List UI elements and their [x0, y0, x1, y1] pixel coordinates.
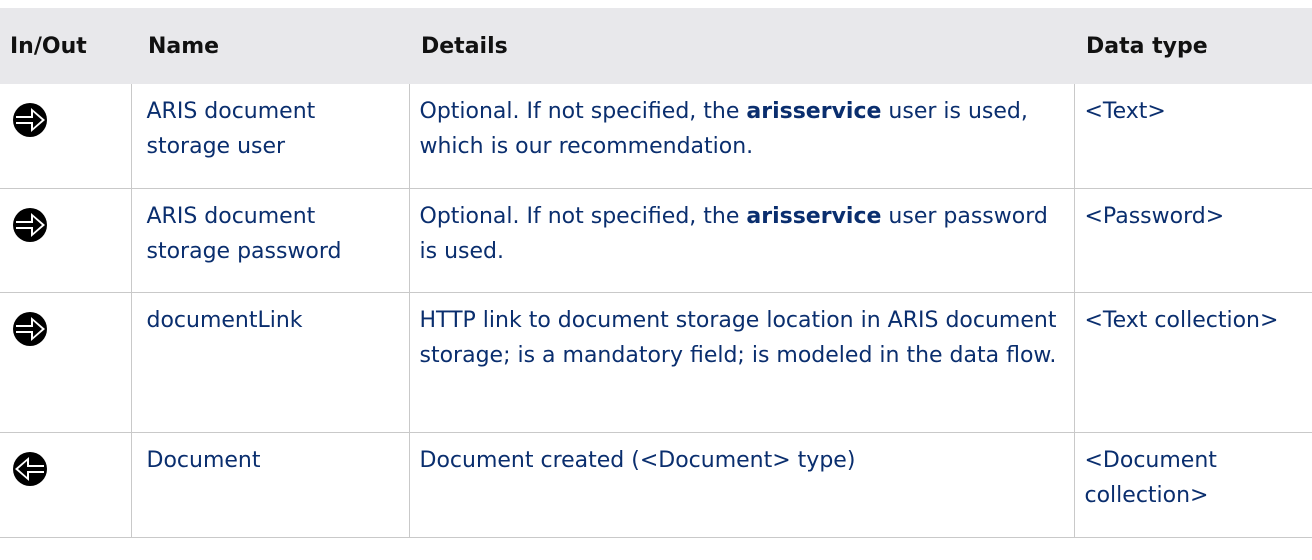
details-bold-text: arisservice [746, 203, 882, 229]
header-in-out: In/Out [10, 33, 87, 59]
details-text: Document created (<Document> type) [419, 447, 856, 473]
details-text: Optional. If not specified, the [419, 99, 747, 124]
name-cell: Document [130, 432, 409, 538]
direction-cell [0, 292, 131, 433]
details-text: HTTP link to document storage location i… [419, 307, 1057, 368]
table-row: Document Document created (<Document> ty… [0, 432, 1312, 538]
data-type-cell: <Text collection> [1073, 292, 1312, 433]
out-arrow-icon [13, 451, 47, 486]
name-cell: ARIS document storage password [130, 188, 409, 293]
table-header-row: In/Out Name Details Data type [0, 8, 1312, 84]
direction-cell [0, 188, 131, 293]
direction-cell [0, 84, 131, 189]
header-data-type: Data type [1086, 33, 1208, 59]
details-text: Optional. If not specified, the [419, 203, 747, 229]
details-cell: Optional. If not specified, the arisserv… [408, 188, 1074, 293]
details-cell: Optional. If not specified, the arisserv… [408, 84, 1074, 189]
data-type-cell: <Document collection> [1073, 432, 1312, 538]
details-cell: HTTP link to document storage location i… [408, 292, 1074, 433]
name-cell: ARIS document storage user [130, 84, 409, 189]
in-arrow-icon [13, 311, 47, 346]
table-row: ARIS document storage user Optional. If … [0, 84, 1312, 189]
parameter-table-container: In/Out Name Details Data type ARIS docum… [0, 8, 1312, 538]
header-name: Name [148, 33, 220, 59]
data-type-cell: <Password> [1073, 188, 1312, 293]
in-arrow-icon [13, 207, 47, 242]
details-cell: Document created (<Document> type) [408, 432, 1074, 538]
data-type-cell: <Text> [1073, 84, 1312, 189]
name-cell: documentLink [130, 292, 409, 433]
direction-cell [0, 432, 131, 538]
in-arrow-icon [13, 103, 47, 137]
table-row: ARIS document storage password Optional.… [0, 188, 1312, 293]
header-details: Details [421, 33, 508, 59]
details-bold-text: arisservice [746, 99, 882, 124]
parameter-table: In/Out Name Details Data type ARIS docum… [0, 8, 1312, 538]
table-row: documentLink HTTP link to document stora… [0, 292, 1312, 433]
